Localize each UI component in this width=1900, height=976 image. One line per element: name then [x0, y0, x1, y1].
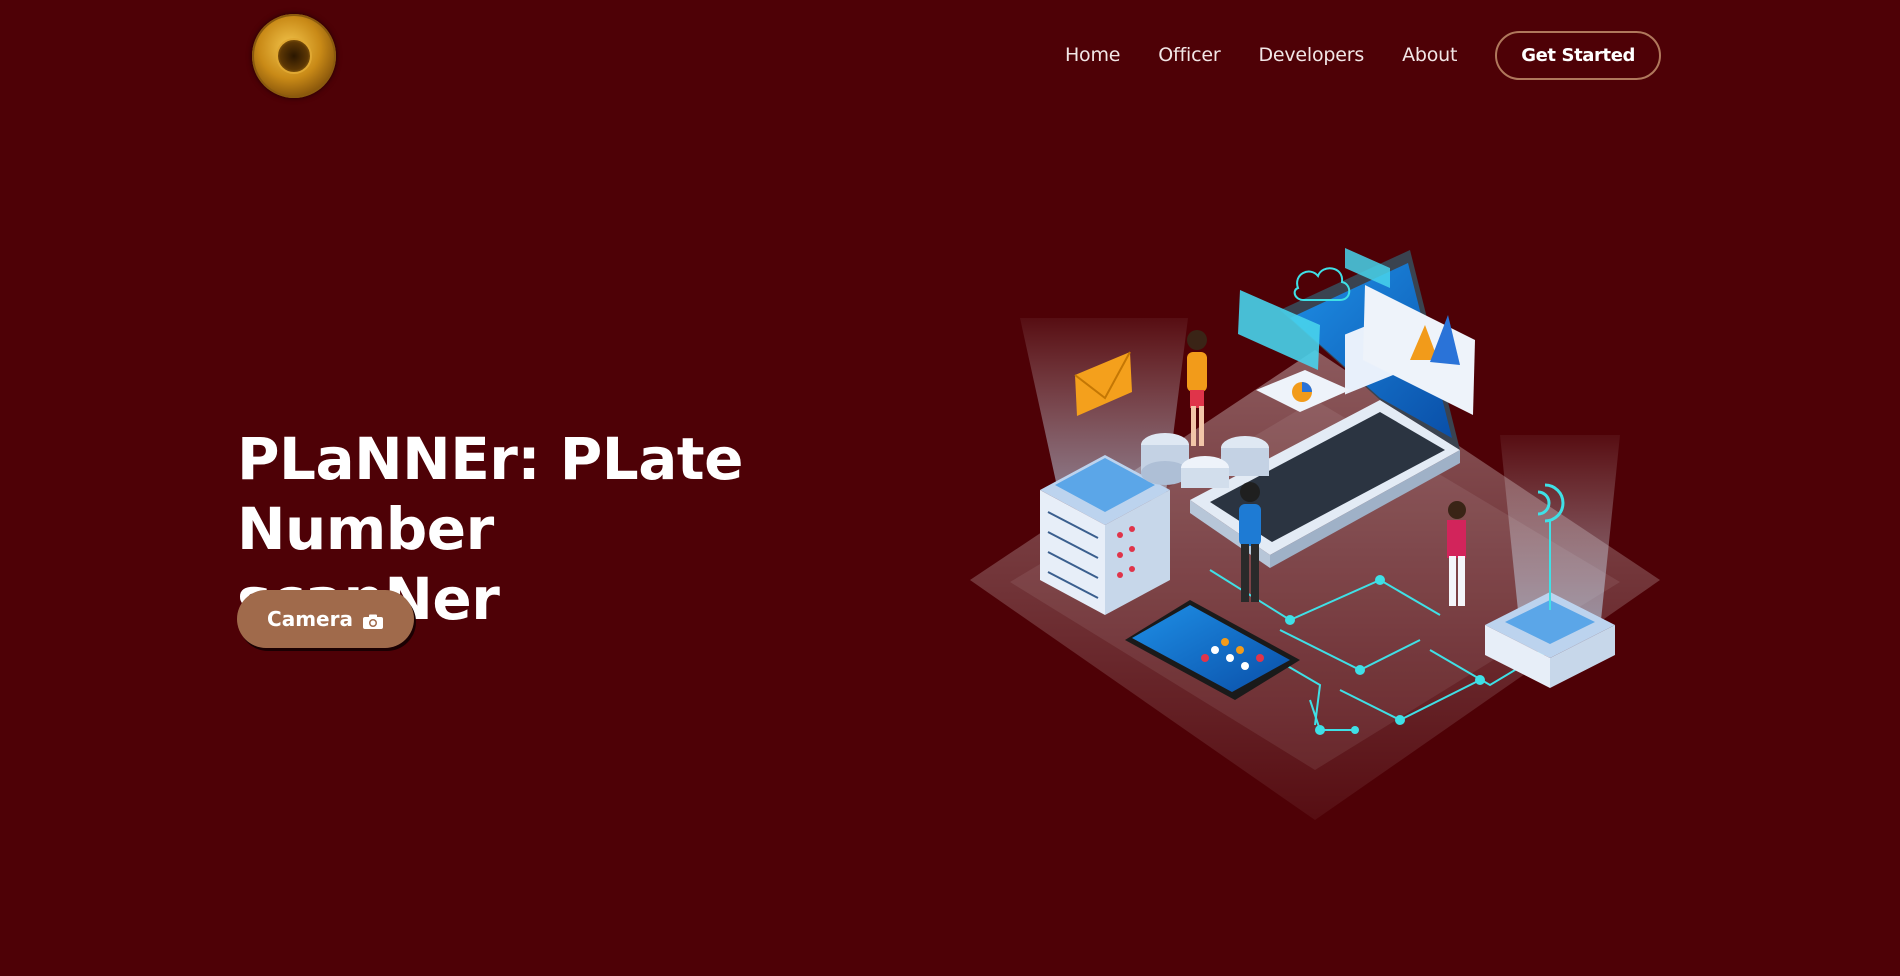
- nav-home[interactable]: Home: [1065, 44, 1121, 66]
- camera-icon: [362, 611, 384, 629]
- hero-title-line-1: PLaNNEr: PLate: [237, 425, 743, 493]
- main-nav: Home Officer Developers About Get Starte…: [1065, 30, 1661, 80]
- seal-emblem-icon: [276, 38, 312, 74]
- site-header: Home Officer Developers About Get Starte…: [0, 0, 1900, 110]
- camera-button-label: Camera: [267, 607, 353, 631]
- camera-button[interactable]: Camera: [237, 590, 414, 648]
- get-started-button[interactable]: Get Started: [1495, 30, 1661, 80]
- nav-about[interactable]: About: [1402, 44, 1457, 66]
- isometric-tech-illustration: [960, 230, 1670, 830]
- nav-officer[interactable]: Officer: [1158, 44, 1220, 66]
- nav-developers[interactable]: Developers: [1258, 44, 1364, 66]
- seal-logo[interactable]: [252, 14, 336, 98]
